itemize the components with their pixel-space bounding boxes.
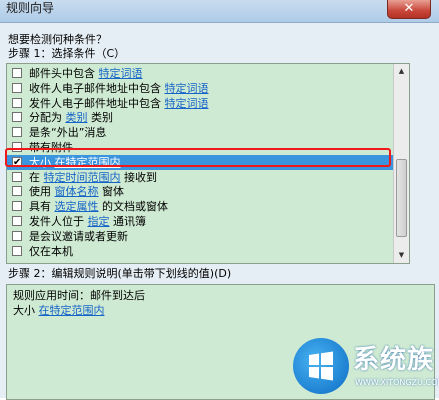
condition-label: 仅在本机 [29, 244, 73, 259]
condition-text: 邮件头中包含 [29, 67, 99, 80]
condition-checkbox[interactable] [12, 68, 22, 78]
condition-value-link[interactable]: 特定词语 [165, 97, 209, 110]
condition-row[interactable]: 具有 选定属性 的文档或窗体 [7, 199, 393, 214]
close-button[interactable]: ✕ [387, 0, 431, 19]
condition-checkbox[interactable] [12, 216, 22, 226]
scroll-down-icon[interactable]: ▼ [394, 248, 409, 263]
condition-row[interactable]: 发件人位于 指定 通讯簿 [7, 214, 393, 229]
condition-label: 在 特定时间范围内 接收到 [29, 170, 157, 185]
description-range-link[interactable]: 在特定范围内 [39, 304, 105, 317]
condition-text: 发件人位于 [29, 215, 88, 228]
condition-text: 在 [29, 170, 44, 184]
condition-row[interactable]: 邮件头中包含 特定词语 [7, 66, 393, 81]
condition-checkbox[interactable] [12, 230, 22, 241]
conditions-scrollbar[interactable]: ▲ ▼ [393, 64, 409, 263]
condition-row[interactable]: 使用 窗体名称 窗体 [7, 184, 393, 199]
condition-checkbox[interactable] [12, 82, 22, 93]
condition-row[interactable]: 是条“外出”消息 [7, 125, 393, 140]
condition-text: 接收到 [120, 170, 157, 184]
condition-text: 发件人电子邮件地址中包含 [29, 96, 165, 110]
condition-value-link[interactable]: 特定词语 [99, 67, 143, 80]
step2-label: 步骤 2：编辑规则说明(单击带下划线的值)(D) [8, 267, 232, 280]
condition-checkbox[interactable] [12, 112, 22, 123]
condition-checkbox[interactable] [12, 186, 22, 197]
condition-label: 是条“外出”消息 [29, 125, 106, 140]
condition-value-link[interactable]: 窗体名称 [55, 185, 99, 198]
condition-text: 类别 [87, 111, 113, 125]
rules-wizard-window: 规则向导 ✕ 想要检测何种条件？ 步骤 1：选择条件（C） 邮件头中包含 特定词… [0, 0, 439, 400]
watermark-logo: 系统族 WWW.XITONGZU.COM [293, 335, 439, 398]
condition-text: 的文档或窗体 [98, 200, 168, 214]
condition-row[interactable]: 在 特定时间范围内 接收到 [7, 170, 393, 185]
window-title: 规则向导 [6, 1, 55, 15]
condition-text: 使用 [29, 185, 55, 199]
condition-value-link[interactable]: 指定 [88, 215, 110, 228]
condition-text: 具有 [29, 200, 55, 214]
condition-label: 发件人电子邮件地址中包含 特定词语 [29, 96, 209, 111]
condition-text: 是会议邀请或者更新 [29, 229, 128, 243]
highlight-box [5, 148, 391, 167]
condition-row[interactable]: 分配为 类别 类别 [7, 110, 393, 125]
condition-row[interactable]: 是会议邀请或者更新 [7, 229, 393, 244]
condition-label: 具有 选定属性 的文档或窗体 [29, 199, 168, 214]
condition-label: 收件人电子邮件地址中包含 特定词语 [29, 81, 209, 96]
condition-checkbox[interactable] [12, 201, 22, 212]
condition-text: 分配为 [29, 111, 66, 125]
condition-text: 收件人电子邮件地址中包含 [29, 81, 165, 95]
condition-row[interactable]: 收件人电子邮件地址中包含 特定词语 [7, 81, 393, 96]
condition-value-link[interactable]: 特定时间范围内 [44, 171, 121, 184]
condition-row[interactable]: 发件人电子邮件地址中包含 特定词语 [7, 96, 393, 111]
description-size-label: 大小 [13, 304, 39, 317]
condition-label: 分配为 类别 类别 [29, 110, 113, 125]
condition-checkbox[interactable] [12, 97, 22, 108]
title-bar[interactable]: 规则向导 ✕ [0, 0, 439, 23]
condition-checkbox[interactable] [12, 245, 22, 256]
condition-label: 发件人位于 指定 通讯簿 [29, 214, 146, 229]
scroll-up-icon[interactable]: ▲ [394, 64, 409, 79]
condition-checkbox[interactable] [12, 171, 22, 182]
condition-label: 使用 窗体名称 窗体 [29, 184, 124, 199]
condition-checkbox[interactable] [12, 127, 22, 138]
condition-label: 是会议邀请或者更新 [29, 229, 128, 244]
watermark-brand: 系统族 [353, 345, 435, 375]
condition-text: 是条“外出”消息 [29, 126, 107, 140]
windows-logo-icon [293, 338, 349, 394]
condition-value-link[interactable]: 类别 [66, 111, 88, 124]
description-line-2: 大小 在特定范围内 [13, 302, 105, 318]
condition-value-link[interactable]: 选定属性 [55, 200, 99, 213]
scrollbar-thumb[interactable] [396, 159, 407, 237]
condition-label: 邮件头中包含 特定词语 [29, 66, 143, 81]
condition-text: 仅在本机 [29, 244, 73, 258]
condition-value-link[interactable]: 特定词语 [165, 82, 209, 95]
condition-text: 通讯簿 [109, 215, 146, 228]
step1-label: 步骤 1：选择条件（C） [8, 47, 126, 60]
condition-text: 窗体 [98, 185, 124, 199]
condition-row[interactable]: 仅在本机 [7, 244, 393, 259]
watermark-url: WWW.XITONGZU.COM [355, 378, 439, 387]
description-line-1: 规则应用时间：邮件到达后 [13, 289, 145, 302]
